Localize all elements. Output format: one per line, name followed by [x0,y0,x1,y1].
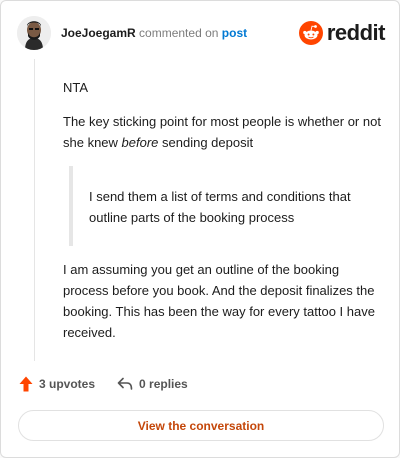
post-link[interactable]: post [222,26,247,40]
comment-paragraph: The key sticking point for most people i… [63,111,385,153]
byline-action: commented on [139,26,219,40]
upvotes[interactable]: 3 upvotes [19,376,95,392]
username-link[interactable]: JoeJoegamR [61,26,136,40]
blockquote: I send them a list of terms and conditio… [69,166,385,246]
upvote-count: 3 upvotes [39,377,96,391]
avatar[interactable] [17,16,51,50]
comment-embed-card: JoeJoegamR commented on post reddit NTA … [0,0,400,458]
comment-footer: 3 upvotes 0 replies [19,376,210,392]
comment-paragraph: NTA [63,80,89,95]
thread-line [34,59,35,361]
comment-header: JoeJoegamR commented on post reddit [17,15,386,51]
upvote-arrow-icon [19,376,33,392]
comment-emphasis: before [121,135,159,150]
comment-paragraph: I am assuming you get an outline of the … [63,262,375,340]
reddit-logo-icon [298,21,323,45]
quote-text: I send them a list of terms and conditio… [89,189,351,225]
logo-wordmark: reddit [326,20,386,45]
reply-arrow-icon [117,377,133,390]
byline: JoeJoegamR commented on post [61,25,299,41]
comment-body: NTA The key sticking point for most peop… [63,77,385,356]
view-conversation-button[interactable]: View the conversation [18,410,384,441]
comment-text: sending deposit [158,135,254,150]
replies[interactable]: 0 replies [117,377,188,391]
reddit-logo[interactable]: reddit [298,20,386,46]
reply-count: 0 replies [139,377,188,391]
